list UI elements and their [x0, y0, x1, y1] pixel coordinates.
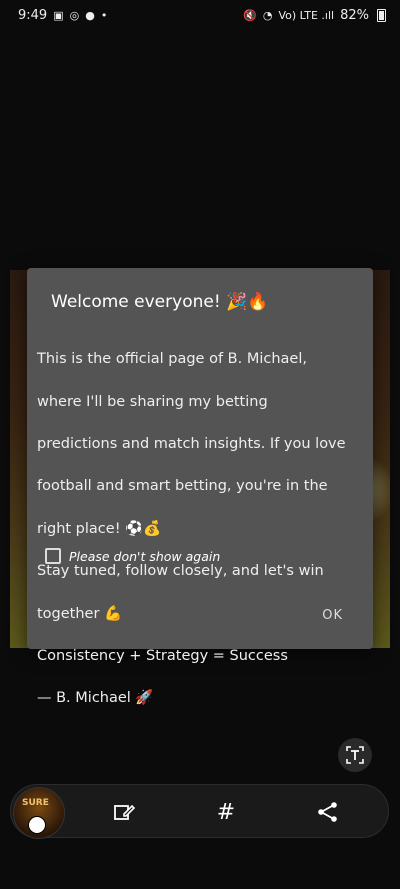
- hashtag-button[interactable]: #: [211, 797, 241, 827]
- dialog-body-line: football and smart betting, you're in th…: [37, 478, 328, 495]
- text-extract-icon: [346, 746, 364, 764]
- share-icon: [318, 802, 337, 822]
- more-notifications-dot-icon: •: [100, 8, 108, 22]
- status-bar-left: 9:49 ▣ ◎ ● •: [18, 8, 107, 23]
- edit-image-icon: [114, 804, 136, 820]
- dialog-body-line: Stay tuned, follow closely, and let's wi…: [37, 563, 324, 580]
- wifi-icon: ◔: [262, 8, 273, 22]
- edit-image-button[interactable]: [109, 797, 139, 827]
- mute-icon: 🔇: [243, 8, 257, 22]
- dialog-body-line: — B. Michael 🚀: [37, 690, 154, 707]
- dont-show-again-checkbox[interactable]: [45, 548, 61, 564]
- football-icon: [28, 816, 46, 834]
- status-bar: 9:49 ▣ ◎ ● • 🔇 ◔ Vo) LTE .ıll 82%: [0, 0, 400, 30]
- bottom-toolbar: SURE #: [10, 784, 389, 839]
- dialog-body-line: right place! ⚽💰: [37, 520, 162, 537]
- gallery-notification-icon: ▣: [53, 8, 64, 22]
- channel-thumbnail[interactable]: SURE: [13, 787, 65, 839]
- network-signal-icon: Vo) LTE .ıll: [278, 8, 335, 22]
- welcome-dialog: Welcome everyone! 🎉🔥 This is the officia…: [27, 268, 373, 706]
- dialog-body-line: This is the official page of B. Michael,: [37, 351, 307, 368]
- extract-text-button[interactable]: [338, 738, 372, 772]
- dialog-body-line: Consistency + Strategy = Success: [37, 648, 288, 665]
- dont-show-again-row[interactable]: Please don't show again: [45, 548, 220, 564]
- dialog-body-line: together 💪: [37, 605, 123, 622]
- dialog-body: This is the official page of B. Michael,…: [37, 328, 367, 731]
- status-bar-right: 🔇 ◔ Vo) LTE .ıll 82%: [243, 8, 386, 23]
- battery-icon: [377, 8, 386, 22]
- message-notification-icon: ●: [85, 8, 95, 22]
- whatsapp-notification-icon: ◎: [69, 8, 80, 22]
- dialog-body-line: where I'll be sharing my betting: [37, 393, 268, 410]
- share-button[interactable]: [313, 797, 343, 827]
- dont-show-again-label[interactable]: Please don't show again: [69, 549, 220, 564]
- dialog-title: Welcome everyone! 🎉🔥: [51, 292, 269, 312]
- dialog-body-line: predictions and match insights. If you l…: [37, 436, 346, 453]
- thumbnail-label: SURE: [22, 798, 49, 808]
- ok-button[interactable]: OK: [322, 608, 343, 623]
- battery-percent: 82%: [340, 7, 369, 23]
- status-time: 9:49: [18, 7, 48, 23]
